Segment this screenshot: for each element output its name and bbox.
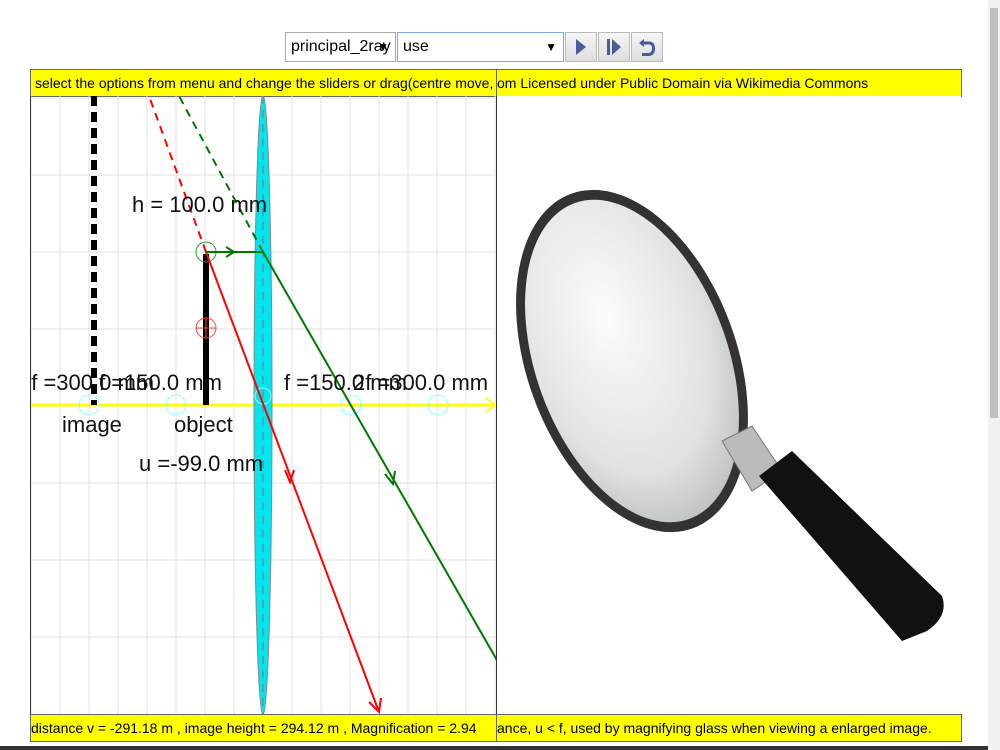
play-icon: [576, 39, 586, 55]
mode-select[interactable]: principal_2ray ▼: [285, 32, 396, 62]
red-ray-virtual: [148, 96, 207, 253]
image-label: image: [62, 412, 122, 437]
reset-button[interactable]: [631, 32, 663, 62]
distance-label: u =-99.0 mm: [139, 451, 264, 476]
mode-select-value: principal_2ray: [291, 38, 391, 55]
chevron-down-icon: ▼: [377, 40, 389, 54]
result-text: distance v = -291.18 m , image height = …: [31, 720, 477, 736]
step-icon: [607, 39, 621, 55]
credit-text: om Licensed under Public Domain via Wiki…: [497, 75, 869, 91]
magnifying-glass-icon: [516, 189, 944, 641]
instruction-bar: select the options from menu and change …: [30, 69, 497, 97]
simulation-panel[interactable]: h = 100.0 mm 2f =300.0 mm f =150.0 mm f …: [30, 96, 497, 714]
description-bar: ance, u < f, used by magnifying glass wh…: [496, 714, 962, 742]
action-select-value: use: [403, 38, 429, 55]
optics-diagram: [31, 96, 496, 714]
left-f-label: f =150.0 mm: [99, 370, 222, 395]
credit-bar: om Licensed under Public Domain via Wiki…: [496, 69, 962, 97]
scrollbar-thumb[interactable]: [990, 8, 998, 418]
height-label: h = 100.0 mm: [132, 192, 268, 217]
scrollbar[interactable]: [988, 0, 1000, 750]
instruction-text: select the options from menu and change …: [35, 75, 496, 91]
green-ray: [262, 251, 496, 661]
magnifying-glass-photo: [497, 96, 961, 714]
result-bar: distance v = -291.18 m , image height = …: [30, 714, 497, 742]
object-label: object: [174, 412, 233, 437]
green-ray-virtual: [178, 96, 264, 253]
description-text: ance, u < f, used by magnifying glass wh…: [497, 720, 932, 736]
right-2f-label: 2f =300.0 mm: [353, 370, 489, 395]
play-button[interactable]: [565, 32, 597, 62]
chevron-down-icon: ▼: [545, 40, 557, 54]
action-select[interactable]: use ▼: [397, 32, 564, 62]
bottom-border: [0, 746, 1000, 750]
step-button[interactable]: [598, 32, 630, 62]
reset-icon: [639, 39, 655, 56]
